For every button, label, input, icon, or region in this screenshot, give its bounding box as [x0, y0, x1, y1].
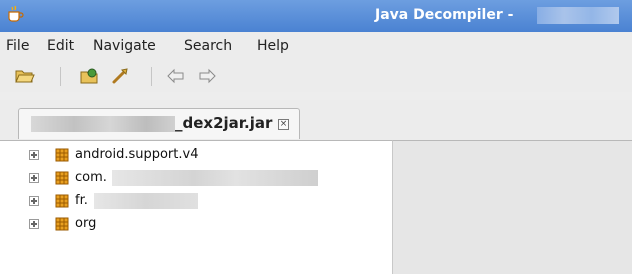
tree-item-label: org — [75, 216, 97, 231]
tree-item-label: com. — [75, 170, 107, 185]
back-icon[interactable] — [166, 67, 186, 85]
menu-help[interactable]: Help — [257, 38, 289, 54]
coffee-cup-icon — [8, 5, 24, 22]
window-title-redacted — [537, 7, 619, 24]
expand-icon[interactable] — [29, 196, 39, 206]
tab-jar-file[interactable]: _dex2jar.jar × — [18, 108, 300, 139]
tree-item-label: fr. — [75, 193, 88, 208]
redacted-text — [112, 170, 318, 186]
forward-icon[interactable] — [197, 67, 217, 85]
toolbar-separator — [60, 67, 61, 86]
menu-navigate[interactable]: Navigate — [93, 38, 156, 54]
expand-icon[interactable] — [29, 219, 39, 229]
tree-item[interactable]: org — [0, 213, 392, 235]
menu-edit[interactable]: Edit — [47, 38, 74, 54]
package-icon — [55, 194, 69, 208]
expand-icon[interactable] — [29, 150, 39, 160]
title-bar: Java Decompiler - — [0, 0, 632, 32]
menu-search[interactable]: Search — [184, 38, 232, 54]
menu-file[interactable]: File — [6, 38, 29, 54]
tree-item[interactable]: fr. — [0, 190, 392, 212]
tab-label-redacted — [31, 116, 175, 132]
close-icon[interactable]: × — [278, 119, 289, 130]
package-icon — [55, 148, 69, 162]
search-icon[interactable] — [111, 67, 131, 85]
tree-item-label: android.support.v4 — [75, 147, 199, 162]
package-tree: android.support.v4 com. fr. org — [0, 140, 392, 274]
redacted-text — [94, 193, 198, 209]
tab-label: _dex2jar.jar — [175, 114, 273, 132]
menu-bar: File Edit Navigate Search Help — [0, 32, 632, 60]
tree-item[interactable]: com. — [0, 167, 392, 189]
open-type-icon[interactable] — [80, 67, 100, 85]
source-view-panel[interactable] — [392, 140, 632, 274]
tree-item[interactable]: android.support.v4 — [0, 144, 392, 166]
package-icon — [55, 217, 69, 231]
toolbar-separator — [151, 67, 152, 86]
toolbar — [0, 60, 632, 92]
open-file-icon[interactable] — [15, 67, 35, 85]
expand-icon[interactable] — [29, 173, 39, 183]
window-title: Java Decompiler - — [375, 7, 514, 23]
package-icon — [55, 171, 69, 185]
editor-tab-strip: _dex2jar.jar × — [0, 100, 632, 140]
